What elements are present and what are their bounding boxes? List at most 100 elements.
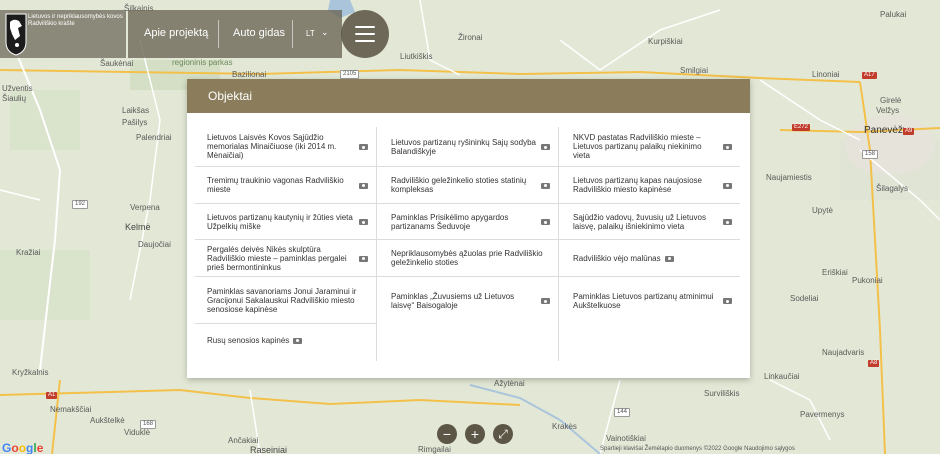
object-item[interactable]: Paminklas savanoriams Jonui Jaraminui ir… bbox=[195, 277, 376, 324]
camera-icon bbox=[541, 182, 550, 189]
road-badge: A8 bbox=[868, 360, 880, 367]
site-header: Lietuvos ir nepriklausomybės kovos Radvi… bbox=[0, 10, 390, 58]
objects-column: Lietuvos partizanų ryšininkų Sajų sodyba… bbox=[376, 127, 558, 361]
map-town: Šaukėnai bbox=[100, 59, 134, 68]
camera-icon bbox=[359, 218, 368, 225]
map-town: Šilagalys bbox=[876, 184, 909, 193]
map-town: Kražiai bbox=[16, 248, 41, 257]
map-town: Aukštelkė bbox=[90, 416, 125, 425]
camera-icon bbox=[664, 255, 674, 262]
camera-icon bbox=[723, 182, 732, 189]
map-town: Naujadvaris bbox=[822, 348, 865, 357]
zoom-in-button[interactable]: + bbox=[465, 424, 485, 444]
nav-divider bbox=[218, 20, 219, 48]
object-title: Lietuvos partizanų ryšininkų Sajų sodyba… bbox=[391, 137, 536, 156]
object-item[interactable]: Nepriklausomybės ąžuolas prie Radviliški… bbox=[377, 240, 558, 277]
object-title: Lietuvos Laisvės Kovos Sąjūdžio memorial… bbox=[207, 133, 337, 160]
map-town: Palukai bbox=[880, 10, 907, 19]
object-item[interactable]: Sąjūdžio vadovų, žuvusių už Lietuvos lai… bbox=[559, 204, 740, 240]
nav-auto-guide[interactable]: Auto gidas bbox=[233, 27, 285, 39]
zoom-out-button[interactable]: − bbox=[437, 424, 457, 444]
nav-bar: Apie projektą Auto gidas LT ⌄ bbox=[128, 10, 342, 58]
object-title: Tremimų traukinio vagonas Radviliškio mi… bbox=[207, 176, 344, 194]
object-item[interactable]: Paminklas „Žuvusiems už Lietuvos laisvę“… bbox=[377, 277, 558, 324]
map-town: Nemakščiai bbox=[50, 405, 92, 414]
map-town: Viduklė bbox=[124, 428, 151, 437]
map-town: Krakės bbox=[552, 422, 577, 431]
object-title: Lietuvos partizanų kapas naujosiose Radv… bbox=[573, 176, 702, 194]
camera-icon bbox=[359, 143, 368, 150]
map-town: Linkaučiai bbox=[764, 372, 800, 381]
language-select[interactable]: LT bbox=[306, 29, 315, 38]
modal-header: Objektai bbox=[187, 79, 750, 113]
object-title: Lietuvos partizanų kautynių ir žūties vi… bbox=[207, 212, 353, 231]
object-item[interactable]: Radviliškio geležinkelio stoties statini… bbox=[377, 167, 558, 204]
object-item[interactable]: NKVD pastatas Radviliškio mieste – Lietu… bbox=[559, 127, 740, 167]
road-badge: 144 bbox=[614, 408, 631, 417]
camera-icon bbox=[541, 297, 550, 304]
hamburger-icon bbox=[355, 33, 375, 35]
object-item[interactable]: Radviliškio vėjo malūnas bbox=[559, 240, 740, 277]
fullscreen-button[interactable]: ⤢ bbox=[493, 424, 513, 444]
object-item[interactable]: Rusų senosios kapinės bbox=[195, 324, 376, 356]
objects-column: Lietuvos Laisvės Kovos Sąjūdžio memorial… bbox=[195, 127, 377, 361]
object-title: Radviliškio geležinkelio stoties statini… bbox=[391, 176, 527, 194]
map-town: Verpena bbox=[130, 203, 160, 212]
camera-icon bbox=[723, 218, 732, 225]
chevron-down-icon[interactable]: ⌄ bbox=[321, 27, 329, 38]
road-badge: 158 bbox=[862, 150, 879, 159]
objects-list: Lietuvos Laisvės Kovos Sąjūdžio memorial… bbox=[195, 127, 742, 361]
hamburger-icon bbox=[355, 40, 375, 42]
object-item[interactable]: Tremimų traukinio vagonas Radviliškio mi… bbox=[195, 167, 376, 204]
camera-icon bbox=[541, 218, 550, 225]
map-town: Kurpiškiai bbox=[648, 37, 683, 46]
nav-divider bbox=[292, 20, 293, 48]
map-town: Palendriai bbox=[136, 133, 172, 142]
map-town: Laikšas bbox=[122, 106, 150, 115]
map-town: Girelė bbox=[880, 96, 902, 105]
map-town: Pašilys bbox=[122, 118, 148, 127]
road-badge: A17 bbox=[862, 72, 877, 79]
camera-icon bbox=[359, 182, 368, 189]
hamburger-icon bbox=[355, 26, 375, 28]
objects-column: NKVD pastatas Radviliškio mieste – Lietu… bbox=[558, 127, 740, 361]
object-item[interactable]: Paminklas Lietuvos partizanų atminimui A… bbox=[559, 277, 740, 324]
map-attribution: Spartieji klavišai Žemėlapio duomenys ©2… bbox=[600, 446, 795, 452]
map-town: Naujamiestis bbox=[766, 173, 812, 182]
object-item[interactable]: Lietuvos Laisvės Kovos Sąjūdžio memorial… bbox=[195, 127, 376, 167]
hamburger-menu-button[interactable] bbox=[341, 10, 389, 58]
object-title: Pergalės deivės Nikės skulptūra Radviliš… bbox=[207, 244, 347, 272]
shield-logo-icon bbox=[5, 13, 27, 56]
road-badge: A9 bbox=[903, 128, 915, 135]
object-item[interactable]: Pergalės deivės Nikės skulptūra Radviliš… bbox=[195, 240, 376, 277]
camera-icon bbox=[359, 255, 368, 262]
map-town: Sodeliai bbox=[790, 294, 819, 303]
google-logo: Google bbox=[2, 441, 44, 454]
object-title: Rusų senosios kapinės bbox=[207, 335, 290, 345]
camera-icon bbox=[723, 297, 732, 304]
object-title: Nepriklausomybės ąžuolas prie Radviliški… bbox=[391, 249, 543, 267]
object-item[interactable]: Lietuvos partizanų ryšininkų Sajų sodyba… bbox=[377, 127, 558, 167]
object-item[interactable]: Paminklas Prisikėlimo apygardos partizan… bbox=[377, 204, 558, 240]
object-title: Paminklas Prisikėlimo apygardos partizan… bbox=[391, 212, 509, 231]
object-title: Paminklas Lietuvos partizanų atminimui A… bbox=[573, 291, 714, 310]
map-town: Bazilionai bbox=[232, 70, 267, 79]
map-town: Rimgailai bbox=[418, 445, 451, 454]
modal-title: Objektai bbox=[208, 89, 253, 103]
map-town: Pukoniai bbox=[852, 276, 883, 285]
camera-icon bbox=[293, 337, 303, 344]
map-town: Šiaulių bbox=[2, 94, 27, 103]
object-item[interactable]: Lietuvos partizanų kautynių ir žūties vi… bbox=[195, 204, 376, 240]
map-town: Pavermenys bbox=[800, 410, 845, 419]
map-town: Vainotiškiai bbox=[606, 434, 646, 443]
map-town: Kelmė bbox=[125, 222, 151, 232]
road-badge: 2105 bbox=[340, 70, 360, 79]
object-title: Sąjūdžio vadovų, žuvusių už Lietuvos lai… bbox=[573, 212, 706, 231]
map-town: Žironai bbox=[458, 33, 483, 42]
object-title: Radviliškio vėjo malūnas bbox=[573, 253, 661, 263]
map-town: Ančakiai bbox=[228, 436, 259, 445]
logo[interactable]: Lietuvos ir nepriklausomybės kovos Radvi… bbox=[0, 10, 126, 58]
nav-about-project[interactable]: Apie projektą bbox=[144, 27, 208, 39]
map-town: Daujočiai bbox=[138, 240, 171, 249]
object-item[interactable]: Lietuvos partizanų kapas naujosiose Radv… bbox=[559, 167, 740, 204]
